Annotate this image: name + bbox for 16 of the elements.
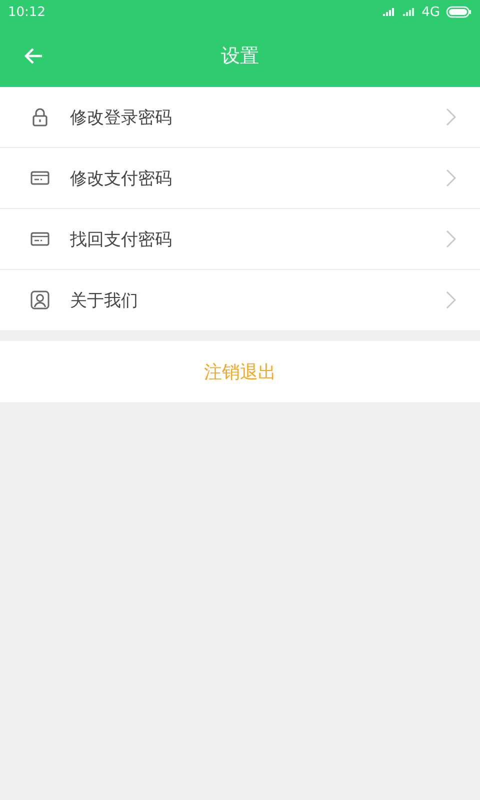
network-label: 4G (422, 4, 440, 20)
signal-icon (382, 7, 396, 17)
chevron-icon (446, 169, 456, 187)
status-time: 10:12 (8, 4, 46, 20)
lock-icon (30, 107, 50, 127)
menu-item[interactable]: 找回支付密码 (0, 209, 480, 270)
page-title: 设置 (221, 44, 259, 68)
battery-icon (446, 6, 472, 18)
chevron-icon (446, 108, 456, 126)
menu-item[interactable]: 修改支付密码 (0, 148, 480, 209)
signal-icon (402, 7, 416, 17)
user-icon (30, 290, 50, 310)
chevron-icon (446, 230, 456, 248)
chevron-icon (446, 291, 456, 309)
menu-item[interactable]: 关于我们 (0, 270, 480, 330)
menu-item[interactable]: 修改登录密码 (0, 87, 480, 148)
